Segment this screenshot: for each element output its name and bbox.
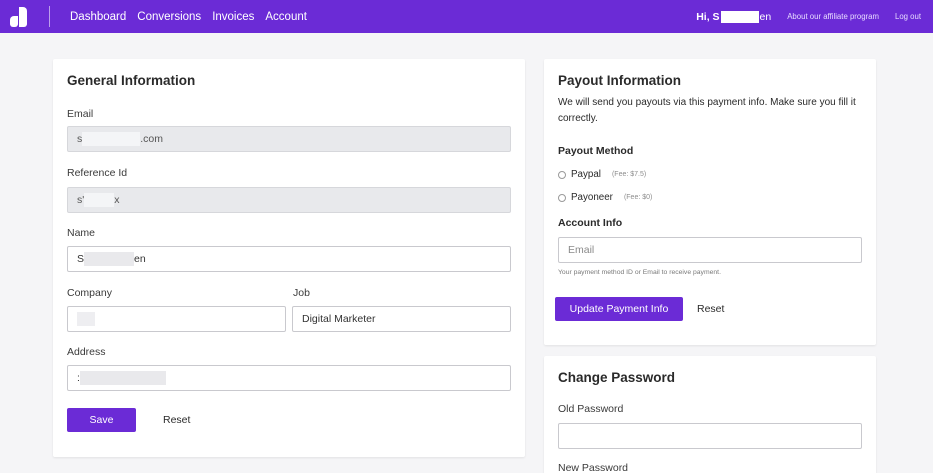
payout-information-title: Payout Information xyxy=(558,73,682,88)
reset-general-button[interactable]: Reset xyxy=(163,414,190,426)
job-field[interactable]: Digital Marketer xyxy=(292,306,511,332)
redacted-name-mask xyxy=(720,10,759,23)
job-label: Job xyxy=(293,287,310,299)
redacted-name-field-mask xyxy=(84,252,135,266)
payoneer-fee: (Fee: $0) xyxy=(623,194,653,201)
payout-description: We will send you payouts via this paymen… xyxy=(558,97,856,124)
reference-id-label: Reference Id xyxy=(67,167,128,179)
reference-value-prefix: s' xyxy=(77,194,85,206)
new-password-label: New Password xyxy=(558,462,629,473)
old-password-label: Old Password xyxy=(558,403,624,415)
greeting-suffix: en xyxy=(759,10,772,23)
address-field[interactable]: : xyxy=(67,365,511,391)
nav-divider xyxy=(49,6,50,27)
top-navigation-bar: Dashboard Conversions Invoices Account H… xyxy=(0,0,933,33)
nav-dashboard-link[interactable]: Dashboard xyxy=(70,11,126,23)
save-button[interactable]: Save xyxy=(67,408,136,432)
company-label: Company xyxy=(67,287,112,299)
name-field[interactable]: S en xyxy=(67,246,511,272)
account-info-label: Account Info xyxy=(558,217,623,229)
payoneer-label: Payoneer xyxy=(571,192,613,203)
redacted-email-mask xyxy=(82,132,141,146)
change-password-title: Change Password xyxy=(558,370,676,385)
email-value-suffix: .com xyxy=(140,133,164,145)
company-field[interactable] xyxy=(67,306,286,332)
app-logo-icon[interactable] xyxy=(10,7,32,27)
payout-method-paypal-option[interactable]: Paypal (Fee: $7.5) xyxy=(558,169,646,180)
account-help-text: Your payment method ID or Email to recei… xyxy=(558,269,721,276)
nav-invoices-link[interactable]: Invoices xyxy=(212,11,254,23)
reference-id-field: s' x xyxy=(67,187,511,213)
email-field: s .com xyxy=(67,126,511,152)
redacted-company-mask xyxy=(77,312,95,326)
update-payment-info-button[interactable]: Update Payment Info xyxy=(555,297,683,321)
paypal-fee: (Fee: $7.5) xyxy=(611,171,647,178)
job-value: Digital Marketer xyxy=(302,313,376,325)
payout-information-card: Payout Information We will send you payo… xyxy=(544,59,876,345)
affiliate-program-link[interactable]: About our affiliate program xyxy=(787,12,879,21)
payoneer-radio[interactable] xyxy=(558,193,566,202)
main-nav: Dashboard Conversions Invoices Account xyxy=(70,0,307,33)
paypal-radio[interactable] xyxy=(558,170,566,179)
paypal-label: Paypal xyxy=(571,169,601,180)
account-email-field[interactable]: Email xyxy=(558,237,862,263)
redacted-address-mask xyxy=(79,371,166,385)
name-label: Name xyxy=(67,227,96,239)
reset-payout-button[interactable]: Reset xyxy=(697,303,724,315)
name-value-prefix: S xyxy=(77,253,85,265)
user-greeting[interactable]: Hi, S en xyxy=(696,10,772,23)
nav-conversions-link[interactable]: Conversions xyxy=(137,11,201,23)
change-password-card: Change Password Old Password New Passwor… xyxy=(544,356,876,473)
logout-link[interactable]: Log out xyxy=(895,12,921,21)
payout-method-label: Payout Method xyxy=(558,145,634,157)
nav-account-link[interactable]: Account xyxy=(265,11,307,23)
email-label: Email xyxy=(67,108,94,120)
payout-method-payoneer-option[interactable]: Payoneer (Fee: $0) xyxy=(558,192,652,203)
name-value-suffix: en xyxy=(134,253,146,265)
address-label: Address xyxy=(67,346,106,358)
user-menu: Hi, S en About our affiliate program Log… xyxy=(696,0,921,33)
greeting-prefix: Hi, S xyxy=(696,10,720,23)
account-email-placeholder: Email xyxy=(568,244,595,256)
redacted-reference-mask xyxy=(84,193,115,207)
old-password-field[interactable] xyxy=(558,423,862,449)
reference-value-suffix: x xyxy=(114,194,120,206)
general-information-card: General Information Email s .com Referen… xyxy=(53,59,525,457)
general-information-title: General Information xyxy=(67,73,196,88)
